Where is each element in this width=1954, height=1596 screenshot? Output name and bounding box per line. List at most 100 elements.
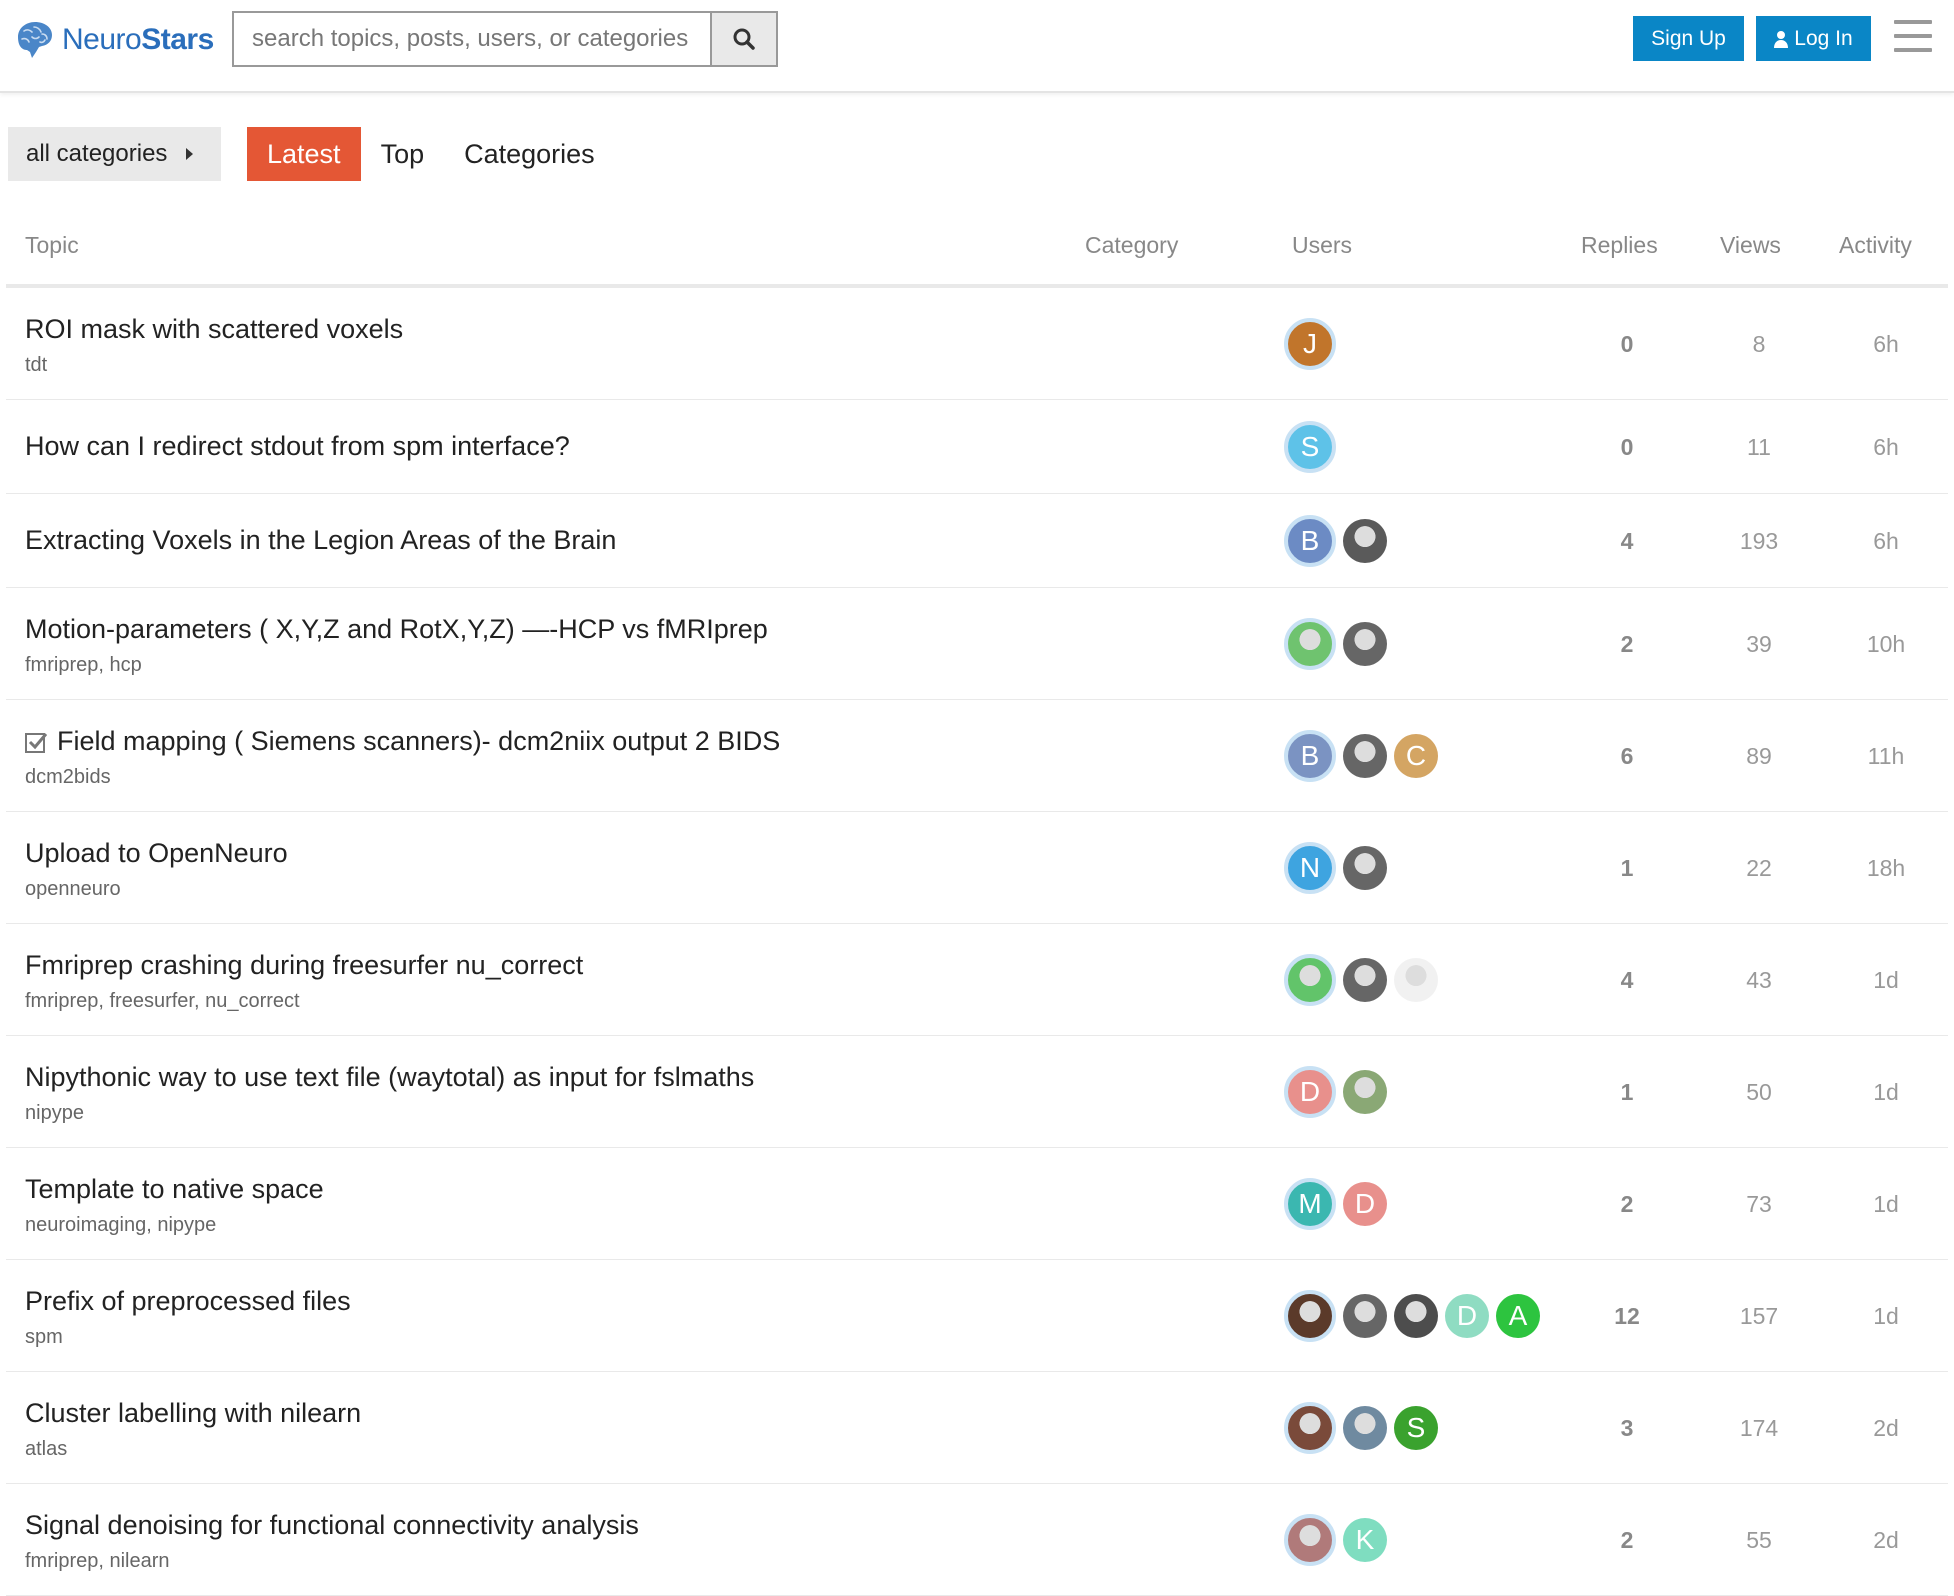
sign-up-button[interactable]: Sign Up bbox=[1633, 16, 1744, 61]
topic-title-link[interactable]: ROI mask with scattered voxels bbox=[25, 314, 403, 345]
user-avatar[interactable]: B bbox=[1284, 730, 1336, 782]
user-avatar[interactable] bbox=[1284, 1290, 1336, 1342]
activity-time[interactable]: 1d bbox=[1846, 1303, 1926, 1330]
column-replies[interactable]: Replies bbox=[1581, 232, 1658, 259]
user-avatar[interactable] bbox=[1343, 1070, 1387, 1114]
log-in-button[interactable]: Log In bbox=[1756, 16, 1871, 61]
topic-title-link[interactable]: Upload to OpenNeuro bbox=[25, 838, 288, 869]
topic-row[interactable]: Signal denoising for functional connecti… bbox=[6, 1484, 1948, 1596]
hamburger-menu-icon[interactable] bbox=[1894, 20, 1932, 52]
reply-count[interactable]: 2 bbox=[1587, 631, 1667, 658]
topic-row[interactable]: Field mapping ( Siemens scanners)- dcm2n… bbox=[6, 700, 1948, 812]
activity-time[interactable]: 10h bbox=[1846, 631, 1926, 658]
topic-title-link[interactable]: Signal denoising for functional connecti… bbox=[25, 1510, 639, 1541]
topic-row[interactable]: ROI mask with scattered voxels tdt J 0 8 6h bbox=[6, 288, 1948, 400]
user-avatar[interactable] bbox=[1343, 958, 1387, 1002]
reply-count[interactable]: 4 bbox=[1587, 528, 1667, 555]
activity-time[interactable]: 1d bbox=[1846, 1079, 1926, 1106]
reply-count[interactable]: 2 bbox=[1587, 1191, 1667, 1218]
tag-link[interactable]: neuroimaging bbox=[25, 1214, 146, 1236]
tag-link[interactable]: nu_correct bbox=[205, 990, 300, 1012]
reply-count[interactable]: 1 bbox=[1587, 1079, 1667, 1106]
topic-row[interactable]: Prefix of preprocessed files spm D A 12 157 1d bbox=[6, 1260, 1948, 1372]
topic-row[interactable]: Upload to OpenNeuro openneuro N 1 22 18h bbox=[6, 812, 1948, 924]
activity-time[interactable]: 6h bbox=[1846, 528, 1926, 555]
topic-title-link[interactable]: Motion-parameters ( X,Y,Z and RotX,Y,Z) … bbox=[25, 614, 768, 645]
topic-title-link[interactable]: Field mapping ( Siemens scanners)- dcm2n… bbox=[25, 726, 780, 757]
activity-time[interactable]: 2d bbox=[1846, 1527, 1926, 1554]
user-avatar[interactable] bbox=[1394, 958, 1438, 1002]
user-avatar[interactable] bbox=[1343, 734, 1387, 778]
tag-link[interactable]: freesurfer bbox=[109, 990, 193, 1012]
user-avatar[interactable] bbox=[1284, 954, 1336, 1006]
topic-row[interactable]: Extracting Voxels in the Legion Areas of… bbox=[6, 494, 1948, 588]
user-avatar[interactable]: A bbox=[1496, 1294, 1540, 1338]
user-avatar[interactable]: S bbox=[1394, 1406, 1438, 1450]
site-logo[interactable]: NeuroStars bbox=[10, 14, 214, 66]
tag-link[interactable]: atlas bbox=[25, 1438, 67, 1460]
user-avatar[interactable] bbox=[1284, 1514, 1336, 1566]
reply-count[interactable]: 4 bbox=[1587, 967, 1667, 994]
user-avatar[interactable]: N bbox=[1284, 842, 1336, 894]
activity-time[interactable]: 11h bbox=[1846, 743, 1926, 770]
tag-link[interactable]: dcm2bids bbox=[25, 766, 111, 788]
column-views[interactable]: Views bbox=[1720, 232, 1781, 259]
user-avatar[interactable]: C bbox=[1394, 734, 1438, 778]
tag-link[interactable]: fmriprep bbox=[25, 990, 98, 1012]
category-dropdown[interactable]: all categories bbox=[8, 127, 221, 181]
tag-link[interactable]: nilearn bbox=[109, 1550, 169, 1572]
reply-count[interactable]: 0 bbox=[1587, 434, 1667, 461]
topic-title-link[interactable]: Fmriprep crashing during freesurfer nu_c… bbox=[25, 950, 583, 981]
activity-time[interactable]: 6h bbox=[1846, 434, 1926, 461]
search-button[interactable] bbox=[710, 13, 776, 65]
user-avatar[interactable]: B bbox=[1284, 515, 1336, 567]
column-activity[interactable]: Activity bbox=[1839, 232, 1912, 259]
topic-row[interactable]: Fmriprep crashing during freesurfer nu_c… bbox=[6, 924, 1948, 1036]
tag-link[interactable]: nipype bbox=[25, 1102, 84, 1124]
topic-title-link[interactable]: How can I redirect stdout from spm inter… bbox=[25, 431, 570, 462]
topic-row[interactable]: Cluster labelling with nilearn atlas S 3 174… bbox=[6, 1372, 1948, 1484]
user-avatar[interactable] bbox=[1343, 846, 1387, 890]
user-avatar[interactable]: J bbox=[1284, 318, 1336, 370]
tag-link[interactable]: spm bbox=[25, 1326, 63, 1348]
user-avatar[interactable]: M bbox=[1284, 1178, 1336, 1230]
topic-title-link[interactable]: Template to native space bbox=[25, 1174, 324, 1205]
tag-link[interactable]: openneuro bbox=[25, 878, 121, 900]
activity-time[interactable]: 2d bbox=[1846, 1415, 1926, 1442]
tag-link[interactable]: tdt bbox=[25, 354, 47, 376]
user-avatar[interactable] bbox=[1343, 519, 1387, 563]
user-avatar[interactable]: K bbox=[1343, 1518, 1387, 1562]
topic-row[interactable]: How can I redirect stdout from spm inter… bbox=[6, 400, 1948, 494]
tab-latest[interactable]: Latest bbox=[247, 127, 361, 181]
topic-row[interactable]: Motion-parameters ( X,Y,Z and RotX,Y,Z) … bbox=[6, 588, 1948, 700]
tab-top[interactable]: Top bbox=[361, 127, 445, 181]
tag-link[interactable]: fmriprep bbox=[25, 1550, 98, 1572]
user-avatar[interactable]: S bbox=[1284, 421, 1336, 473]
tag-link[interactable]: nipype bbox=[157, 1214, 216, 1236]
reply-count[interactable]: 1 bbox=[1587, 855, 1667, 882]
tag-link[interactable]: hcp bbox=[109, 654, 141, 676]
column-category[interactable]: Category bbox=[1085, 232, 1178, 259]
tag-link[interactable]: fmriprep bbox=[25, 654, 98, 676]
topic-title-link[interactable]: Prefix of preprocessed files bbox=[25, 1286, 351, 1317]
user-avatar[interactable] bbox=[1284, 618, 1336, 670]
reply-count[interactable]: 2 bbox=[1587, 1527, 1667, 1554]
reply-count[interactable]: 0 bbox=[1587, 331, 1667, 358]
reply-count[interactable]: 6 bbox=[1587, 743, 1667, 770]
topic-title-link[interactable]: Extracting Voxels in the Legion Areas of… bbox=[25, 525, 616, 556]
user-avatar[interactable] bbox=[1343, 1406, 1387, 1450]
topic-title-link[interactable]: Nipythonic way to use text file (waytota… bbox=[25, 1062, 754, 1093]
user-avatar[interactable] bbox=[1394, 1294, 1438, 1338]
topic-row[interactable]: Template to native space neuroimaging, ni… bbox=[6, 1148, 1948, 1260]
user-avatar[interactable]: D bbox=[1445, 1294, 1489, 1338]
user-avatar[interactable] bbox=[1343, 1294, 1387, 1338]
column-topic[interactable]: Topic bbox=[25, 232, 79, 259]
activity-time[interactable]: 6h bbox=[1846, 331, 1926, 358]
activity-time[interactable]: 1d bbox=[1846, 1191, 1926, 1218]
reply-count[interactable]: 3 bbox=[1587, 1415, 1667, 1442]
user-avatar[interactable]: D bbox=[1284, 1066, 1336, 1118]
topic-row[interactable]: Nipythonic way to use text file (waytota… bbox=[6, 1036, 1948, 1148]
user-avatar[interactable] bbox=[1284, 1402, 1336, 1454]
topic-title-link[interactable]: Cluster labelling with nilearn bbox=[25, 1398, 361, 1429]
search-input[interactable] bbox=[234, 13, 710, 65]
